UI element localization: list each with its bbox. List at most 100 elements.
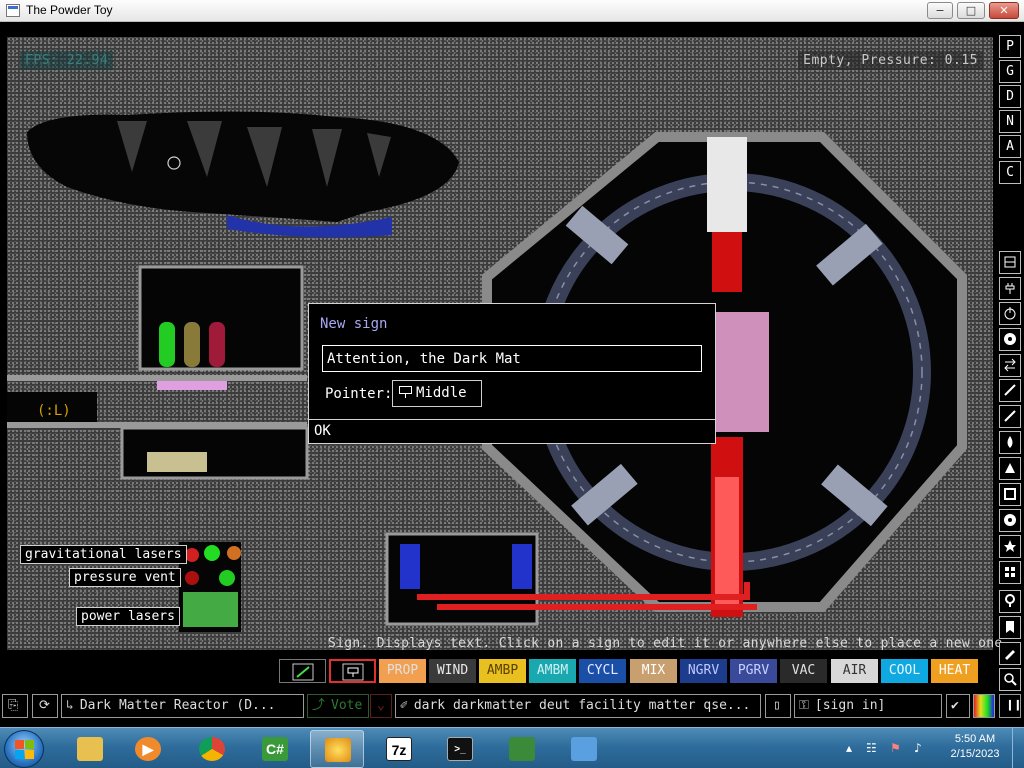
control-panel-icon xyxy=(571,737,597,761)
volume-tray-icon[interactable]: ♪ xyxy=(914,741,922,755)
tags-button[interactable]: ✐ dark darkmatter deut facility matter qs… xyxy=(395,694,761,718)
decoration-icon[interactable] xyxy=(999,642,1021,665)
pause-menu-c[interactable]: C xyxy=(999,161,1021,184)
gases-icon[interactable] xyxy=(999,405,1021,428)
sign-gravitational-lasers[interactable]: gravitational lasers xyxy=(20,545,187,564)
element-cycl[interactable]: CYCL xyxy=(579,659,626,683)
vote-label: Vote xyxy=(331,698,363,713)
tags-text: dark darkmatter deut facility matter qse… xyxy=(413,698,751,713)
element-vac[interactable]: VAC xyxy=(780,659,827,683)
powder-toy-taskbar-item[interactable] xyxy=(310,730,364,768)
pointer-label: Pointer: xyxy=(325,386,393,402)
pointer-dropdown[interactable]: Middle xyxy=(392,380,482,407)
pause-icon[interactable]: ❙❙ xyxy=(999,694,1021,718)
pause-menu-n[interactable]: N xyxy=(999,110,1021,133)
pointer-value: Middle xyxy=(416,385,467,401)
new-simulation-icon[interactable]: ▯ xyxy=(765,694,791,718)
search-icon[interactable] xyxy=(999,668,1021,691)
reload-icon[interactable]: ⟳ xyxy=(32,694,58,718)
element-cool[interactable]: COOL xyxy=(881,659,928,683)
wire-tool-button[interactable] xyxy=(279,659,326,683)
pause-menu-a[interactable]: A xyxy=(999,135,1021,158)
search-menu-icon[interactable] xyxy=(999,251,1021,274)
force-icon[interactable] xyxy=(999,354,1021,377)
ok-button[interactable]: OK xyxy=(309,419,715,443)
radioactive-icon[interactable] xyxy=(999,509,1021,532)
electronics-icon[interactable] xyxy=(999,277,1021,300)
bottom-bar: ⎘ ⟳ ↳ Dark Matter Reactor (D... ⤴ Vote ⌄ ✐… xyxy=(0,692,1024,720)
powder-toy-icon xyxy=(325,738,351,762)
element-ngrv[interactable]: NGRV xyxy=(680,659,727,683)
7zip-taskbar-item[interactable]: 7z xyxy=(372,730,426,768)
special-icon[interactable] xyxy=(999,535,1021,558)
network-icon xyxy=(509,737,535,761)
control-panel-taskbar-item[interactable] xyxy=(557,730,611,768)
element-ambp[interactable]: AMBP xyxy=(479,659,526,683)
tools-icon[interactable] xyxy=(999,590,1021,613)
csharp-icon: C# xyxy=(262,737,288,761)
element-prop[interactable]: PROP xyxy=(379,659,426,683)
media-player-taskbar-item[interactable]: ▶ xyxy=(121,730,175,768)
key-icon: ⚿ xyxy=(799,698,809,713)
taskbar-clock[interactable]: 5:50 AM 2/15/2023 xyxy=(945,732,1005,762)
element-wind[interactable]: WIND xyxy=(429,659,476,683)
pause-menu-g[interactable]: G xyxy=(999,60,1021,83)
power-icon[interactable] xyxy=(999,302,1021,325)
chrome-icon xyxy=(199,737,225,761)
show-desktop-button[interactable] xyxy=(1012,728,1024,768)
explosives-icon[interactable] xyxy=(999,379,1021,402)
vote-up-button[interactable]: ⤴ Vote xyxy=(307,694,369,718)
chrome-taskbar-item[interactable] xyxy=(185,730,239,768)
start-button[interactable] xyxy=(4,730,44,768)
vote-down-button[interactable]: ⌄ xyxy=(370,694,392,718)
element-pgrv[interactable]: PGRV xyxy=(730,659,777,683)
save-name: Dark Matter Reactor (D... xyxy=(79,698,276,713)
close-button[interactable]: ✕ xyxy=(989,2,1019,19)
window-title: The Powder Toy xyxy=(26,3,113,17)
settings-icon[interactable]: ✔ xyxy=(946,694,970,718)
media-player-icon: ▶ xyxy=(135,737,161,761)
element-heat[interactable]: HEAT xyxy=(931,659,978,683)
sign-in-label: [sign in] xyxy=(814,698,886,713)
sign-tool-button[interactable] xyxy=(329,659,376,683)
maximize-button[interactable]: □ xyxy=(957,2,985,19)
save-name-button[interactable]: ↳ Dark Matter Reactor (D... xyxy=(61,694,304,718)
network-taskbar-item[interactable] xyxy=(495,730,549,768)
app-icon xyxy=(6,4,20,17)
console-taskbar-item[interactable]: >_ xyxy=(433,730,487,768)
fps-counter: FPS: 22.94 xyxy=(20,51,114,70)
window-titlebar: The Powder Toy − □ ✕ xyxy=(0,0,1024,22)
dialog-title: New sign xyxy=(320,316,388,332)
csharp-taskbar-item[interactable]: C# xyxy=(248,730,302,768)
pause-menu-p[interactable]: P xyxy=(999,35,1021,58)
save-icon: ↳ xyxy=(66,698,74,713)
sign-in-button[interactable]: ⚿ [sign in] xyxy=(794,694,942,718)
element-ambm[interactable]: AMBM xyxy=(529,659,576,683)
element-air[interactable]: AIR xyxy=(831,659,878,683)
network-tray-icon[interactable]: ☷ xyxy=(866,741,877,755)
flag-tray-icon[interactable]: ⚑ xyxy=(890,741,901,755)
explorer-taskbar-item[interactable] xyxy=(63,730,117,768)
liquids-icon[interactable] xyxy=(999,431,1021,454)
7zip-icon: 7z xyxy=(386,737,412,761)
console-icon: >_ xyxy=(447,737,473,761)
favorites-icon[interactable] xyxy=(999,616,1021,639)
element-mix[interactable]: MIX xyxy=(630,659,677,683)
display-mode-icon[interactable] xyxy=(973,694,995,718)
sign-icon xyxy=(399,386,412,398)
open-save-icon[interactable]: ⎘ xyxy=(2,694,28,718)
folder-icon xyxy=(77,737,103,761)
solids-icon[interactable] xyxy=(999,483,1021,506)
sign-text-input[interactable] xyxy=(322,345,702,372)
clock-time: 5:50 AM xyxy=(954,733,996,745)
sensors-icon[interactable] xyxy=(999,328,1021,351)
minimize-button[interactable]: − xyxy=(927,2,953,19)
sign-pressure-vent[interactable]: pressure vent xyxy=(69,568,181,587)
clock-date: 2/15/2023 xyxy=(950,748,1000,760)
life-icon[interactable] xyxy=(999,561,1021,584)
show-hidden-icons[interactable]: ▴ xyxy=(846,741,852,755)
powders-icon[interactable] xyxy=(999,457,1021,480)
sign-power-lasers[interactable]: power lasers xyxy=(76,607,180,626)
pause-menu-d[interactable]: D xyxy=(999,85,1021,108)
new-sign-dialog: New sign Pointer: Middle OK xyxy=(308,303,716,444)
